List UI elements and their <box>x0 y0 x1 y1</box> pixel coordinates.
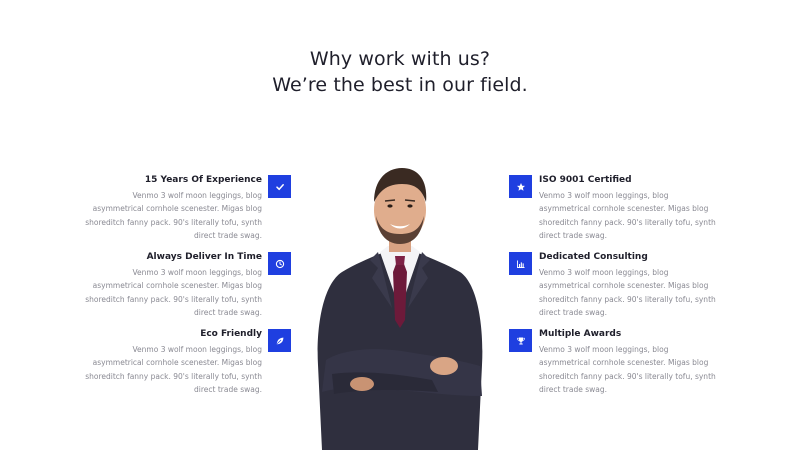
heading-line-1: Why work with us? <box>309 48 491 70</box>
feature-awards: Multiple Awards Venmo 3 wolf moon leggin… <box>539 328 739 397</box>
feature-title: Multiple Awards <box>539 329 622 339</box>
desc-line: asymmetrical cornhole scenester. Migas b… <box>92 358 262 368</box>
desc-line: Venmo 3 wolf moon leggings, blog <box>539 268 669 277</box>
leaf-icon <box>268 329 291 352</box>
feature-title: Dedicated Consulting <box>539 252 648 262</box>
desc-line: Venmo 3 wolf moon leggings, blog <box>132 191 263 200</box>
desc-line: shoreditch fanny pack. 90's literally to… <box>85 371 262 381</box>
feature-consulting: Dedicated Consulting Venmo 3 wolf moon l… <box>539 251 739 320</box>
desc-line: direct trade swag. <box>194 308 262 318</box>
desc-line: asymmetrical cornhole scenester. Migas b… <box>539 358 709 368</box>
bar-chart-icon <box>509 252 532 275</box>
star-icon <box>509 175 532 198</box>
desc-line: direct trade swag. <box>194 385 262 395</box>
heading-line-2: We’re the best in our field. <box>272 74 528 96</box>
desc-line: direct trade swag. <box>194 231 262 241</box>
desc-line: asymmetrical cornhole scenester. Migas b… <box>539 281 709 291</box>
feature-experience: 15 Years Of Experience Venmo 3 wolf moon… <box>62 174 262 243</box>
desc-line: Venmo 3 wolf moon leggings, blog <box>539 191 669 200</box>
feature-description: Venmo 3 wolf moon leggings, blog asymmet… <box>62 266 262 320</box>
desc-line: Venmo 3 wolf moon leggings, blog <box>132 268 263 277</box>
businessman-portrait <box>317 168 483 450</box>
desc-line: shoreditch fanny pack. 90's literally to… <box>85 217 262 227</box>
feature-title: Always Deliver In Time <box>146 252 262 262</box>
feature-iso: ISO 9001 Certified Venmo 3 wolf moon leg… <box>539 174 739 243</box>
feature-title: ISO 9001 Certified <box>539 175 632 185</box>
desc-line: asymmetrical cornhole scenester. Migas b… <box>92 204 262 214</box>
feature-title: Eco Friendly <box>200 329 262 339</box>
feature-delivery: Always Deliver In Time Venmo 3 wolf moon… <box>62 251 262 320</box>
desc-line: direct trade swag. <box>539 308 607 318</box>
feature-description: Venmo 3 wolf moon leggings, blog asymmet… <box>62 189 262 243</box>
desc-line: shoreditch fanny pack. 90's literally to… <box>539 217 716 227</box>
check-icon <box>268 175 291 198</box>
clock-icon <box>268 252 291 275</box>
desc-line: shoreditch fanny pack. 90's literally to… <box>539 294 716 304</box>
desc-line: asymmetrical cornhole scenester. Migas b… <box>539 204 709 214</box>
trophy-icon <box>509 329 532 352</box>
feature-description: Venmo 3 wolf moon leggings, blog asymmet… <box>539 343 739 397</box>
feature-description: Venmo 3 wolf moon leggings, blog asymmet… <box>62 343 262 397</box>
desc-line: shoreditch fanny pack. 90's literally to… <box>539 371 716 381</box>
desc-line: Venmo 3 wolf moon leggings, blog <box>539 345 669 354</box>
desc-line: asymmetrical cornhole scenester. Migas b… <box>92 281 262 291</box>
desc-line: direct trade swag. <box>539 385 607 395</box>
desc-line: shoreditch fanny pack. 90's literally to… <box>85 294 262 304</box>
feature-title: 15 Years Of Experience <box>144 175 262 185</box>
feature-eco: Eco Friendly Venmo 3 wolf moon leggings,… <box>62 328 262 397</box>
desc-line: Venmo 3 wolf moon leggings, blog <box>132 345 263 354</box>
section-heading: Why work with us? We’re the best in our … <box>0 46 800 98</box>
feature-description: Venmo 3 wolf moon leggings, blog asymmet… <box>539 189 739 243</box>
feature-description: Venmo 3 wolf moon leggings, blog asymmet… <box>539 266 739 320</box>
desc-line: direct trade swag. <box>539 231 607 241</box>
